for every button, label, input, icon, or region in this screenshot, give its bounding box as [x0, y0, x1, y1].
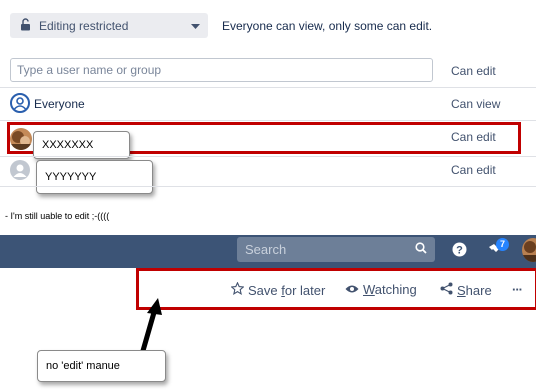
divider [0, 120, 536, 121]
search-placeholder: Search [245, 242, 287, 257]
search-icon [415, 242, 427, 257]
watching-label-rest: atching [374, 282, 417, 297]
star-icon [230, 281, 245, 298]
save-label-prefix: Save [248, 282, 282, 298]
row-name-user-1: XXXXXXX [42, 139, 94, 151]
search-box[interactable]: Search [237, 237, 435, 262]
annotation-text: no 'edit' manue [46, 360, 120, 372]
save-label-suffix: or later [284, 282, 326, 298]
divider [0, 186, 536, 187]
default-avatar-icon [10, 160, 30, 185]
restriction-select-value: Editing restricted [39, 18, 129, 33]
restriction-description: Everyone can view, only some can edit. [222, 19, 433, 33]
caret-down-icon [191, 19, 200, 33]
callout-user-1: XXXXXXX [33, 131, 130, 159]
row-name-everyone: Everyone [34, 97, 85, 111]
share-icon [440, 282, 453, 298]
row-permission-user-2[interactable]: Can edit [451, 163, 496, 177]
new-user-permission[interactable]: Can edit [451, 64, 496, 78]
unlock-icon [20, 17, 31, 34]
share-button[interactable]: Share [440, 282, 492, 298]
callout-user-2: YYYYYYY [36, 160, 153, 194]
share-label-accesskey: S [457, 282, 466, 298]
notification-count-badge: 7 [496, 238, 509, 251]
row-name-user-2: YYYYYYY [45, 171, 97, 183]
help-icon[interactable]: ? [452, 242, 467, 262]
watching-button[interactable]: Watching [345, 282, 417, 297]
group-icon [10, 93, 30, 118]
more-actions-button[interactable]: ··· [512, 282, 523, 297]
divider [0, 156, 536, 157]
share-label-rest: hare [465, 282, 492, 298]
divider [0, 87, 536, 88]
eye-icon [345, 282, 359, 297]
row-permission-everyone[interactable]: Can view [451, 97, 500, 111]
restriction-select[interactable]: Editing restricted [10, 13, 208, 38]
user-note: - I'm still uable to edit ;-(((( [5, 211, 110, 221]
user-group-input[interactable] [10, 58, 433, 82]
annotation-callout: no 'edit' manue [37, 350, 166, 382]
save-for-later-button[interactable]: Save for later [230, 281, 326, 298]
svg-text:?: ? [456, 245, 463, 257]
watching-label-accesskey: W [363, 282, 375, 297]
